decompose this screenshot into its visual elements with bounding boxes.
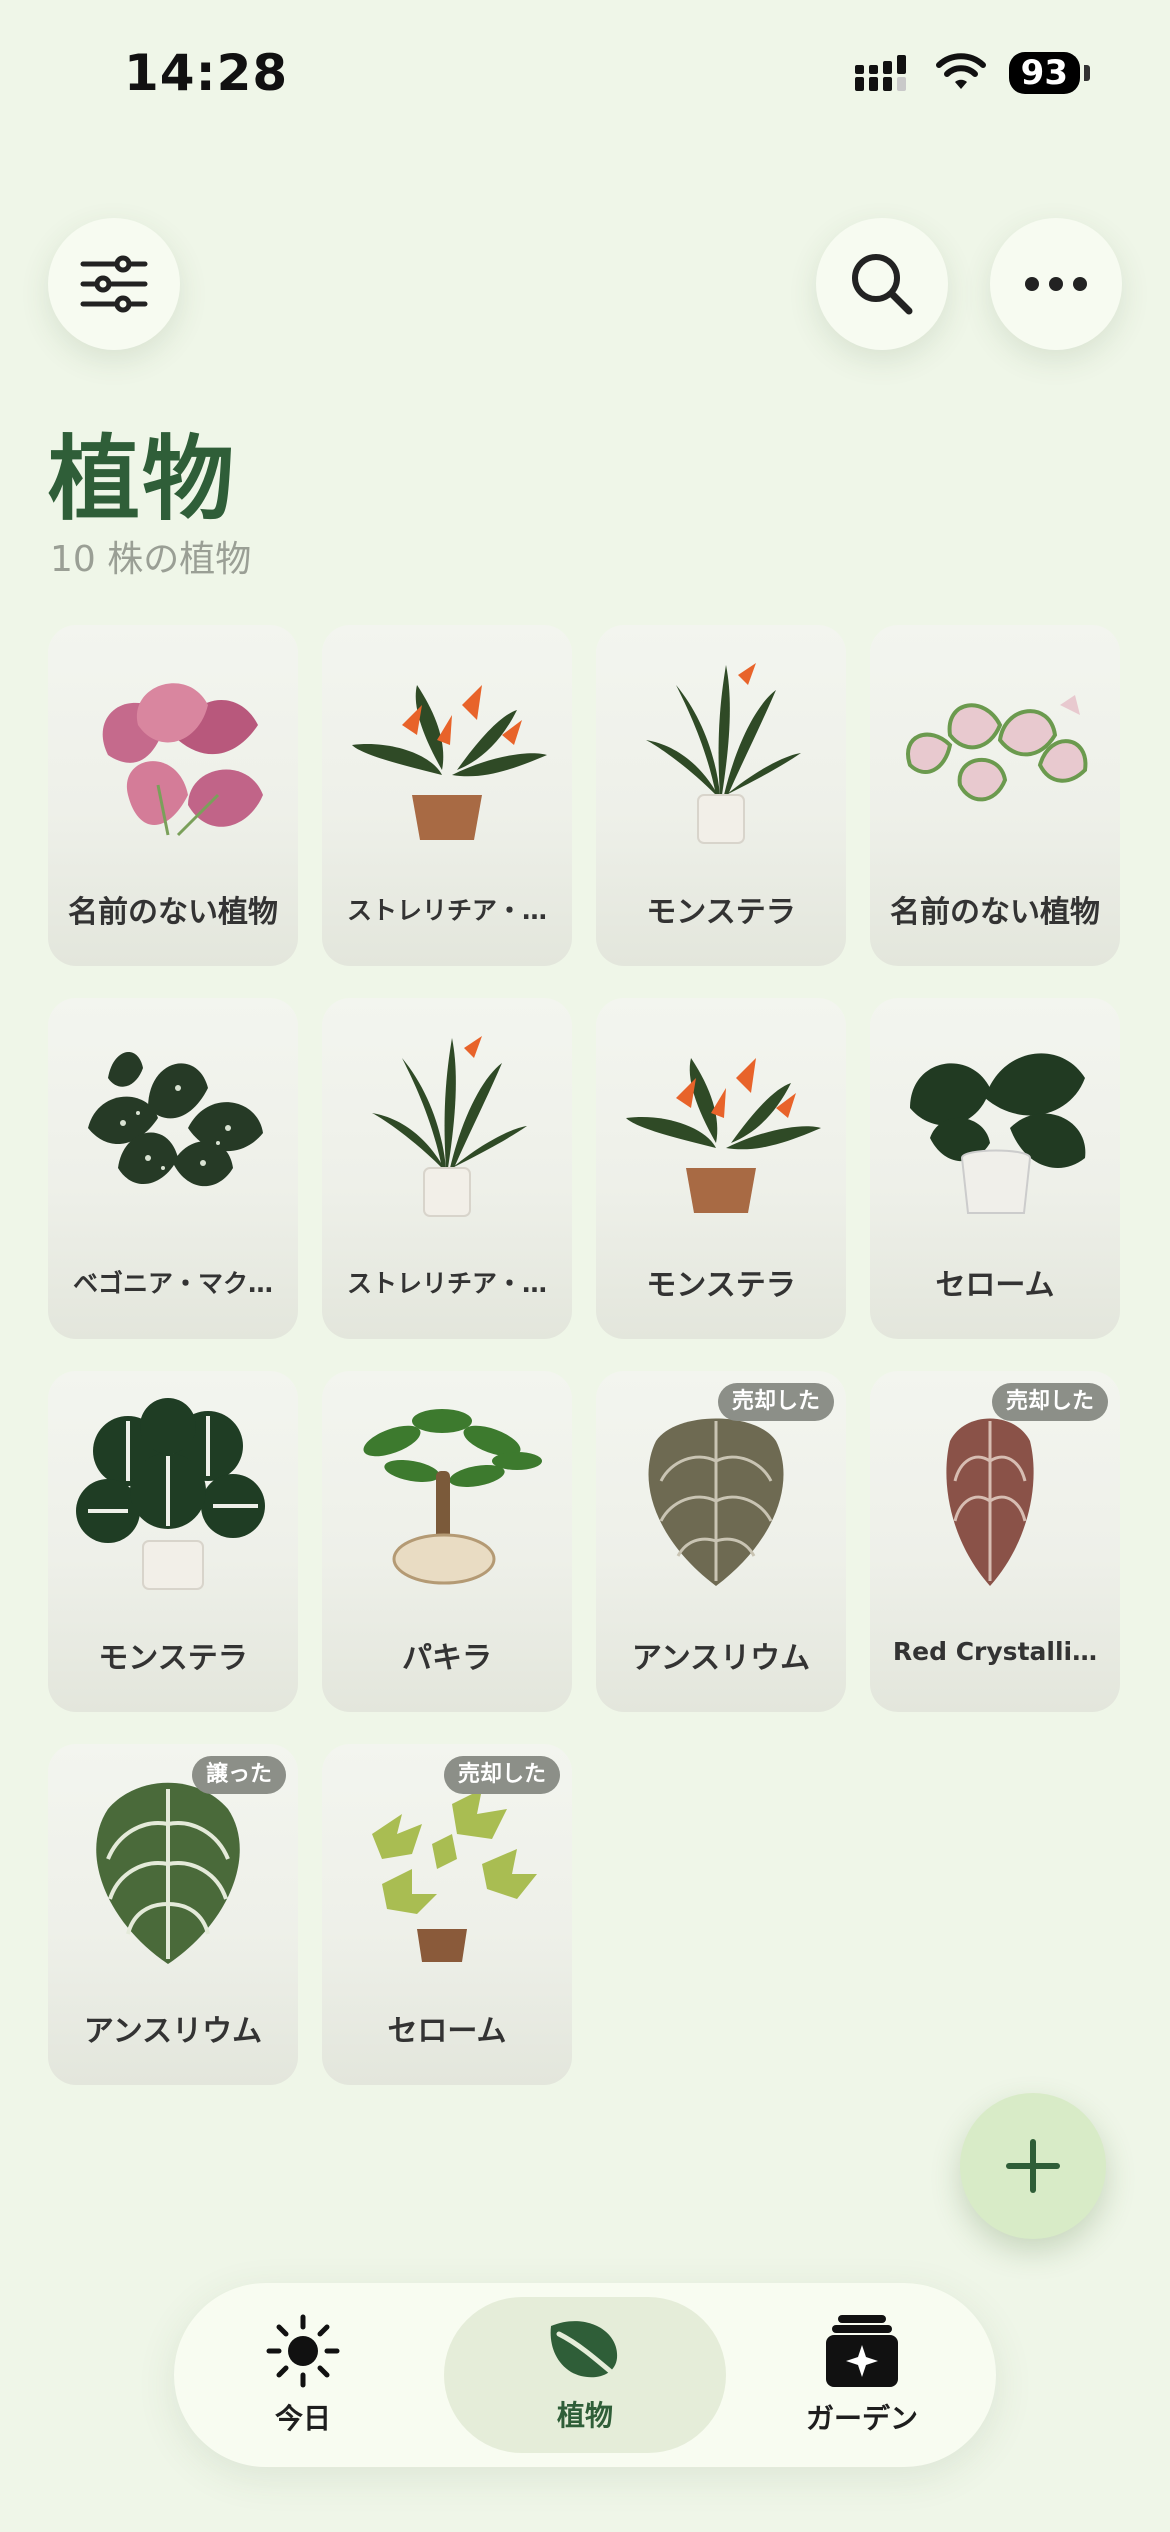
plant-card[interactable]: ストレリチア・… <box>322 998 572 1339</box>
plant-photo <box>646 663 801 844</box>
cellular-signal-icon <box>854 55 906 91</box>
plant-name: モンステラ <box>98 1641 248 1676</box>
plant-card[interactable]: モンステラ <box>596 625 846 966</box>
status-time: 14:28 <box>124 44 289 102</box>
status-icons: 93 <box>853 52 1090 94</box>
battery-cap <box>1084 65 1090 81</box>
ellipsis-icon <box>1025 277 1087 291</box>
plant-count: 10 株の植物 <box>50 539 252 580</box>
plant-name: セローム <box>935 1268 1055 1303</box>
plant-name: Red Crystalli… <box>892 1637 1098 1666</box>
plant-card[interactable]: セローム <box>870 998 1120 1339</box>
plant-photo <box>626 1058 821 1213</box>
plant-card[interactable]: アンスリウム 譲った <box>48 1744 298 2085</box>
garden-sparkle-icon <box>826 2315 898 2387</box>
plant-name: ストレリチア・… <box>346 1269 547 1298</box>
sun-icon <box>266 2314 340 2388</box>
plant-photo <box>76 1398 265 1590</box>
filter-button[interactable] <box>48 218 180 350</box>
plant-photo <box>946 1418 1034 1586</box>
page-title: 植物 <box>48 426 237 533</box>
plant-photo <box>372 1789 537 1962</box>
search-button[interactable] <box>816 218 948 350</box>
plant-name: モンステラ <box>646 895 796 930</box>
plant-photo <box>372 1036 527 1217</box>
plant-card[interactable]: モンステラ <box>48 1371 298 1712</box>
status-badge: 売却した <box>991 1383 1108 1421</box>
tab-plants[interactable]: 植物 <box>444 2297 726 2453</box>
status-badge: 売却した <box>717 1383 834 1421</box>
plant-name: アンスリウム <box>83 2014 263 2049</box>
tab-garden[interactable]: ガーデン <box>764 2297 960 2453</box>
add-plant-button[interactable] <box>960 2093 1106 2239</box>
status-badge: 売却した <box>443 1756 560 1794</box>
plants-screen: 14:28 93 植物 10 株の植物 名前のない植物 ストレリチア・… モンス… <box>0 0 1170 2532</box>
wifi-icon <box>935 53 986 89</box>
plant-photo <box>88 1051 263 1187</box>
plant-card[interactable]: セローム 売却した <box>322 1744 572 2085</box>
plant-card[interactable]: 名前のない植物 <box>870 625 1120 966</box>
tab-today[interactable]: 今日 <box>210 2297 396 2453</box>
plant-card[interactable]: 名前のない植物 <box>48 625 298 966</box>
plant-card[interactable]: パキラ <box>322 1371 572 1712</box>
battery-indicator: 93 <box>1008 52 1080 94</box>
plant-name: ストレリチア・… <box>346 896 547 925</box>
tab-garden-label: ガーデン <box>805 2402 918 2435</box>
plant-name: 名前のない植物 <box>890 895 1100 930</box>
tab-today-label: 今日 <box>274 2402 331 2435</box>
leaf-icon <box>550 2321 625 2385</box>
plant-grid: 名前のない植物 ストレリチア・… モンステラ 名前のない植物 ベゴニア・マク… <box>48 625 1122 2085</box>
plant-photo <box>910 1053 1086 1214</box>
sliders-icon <box>80 255 148 313</box>
plant-name: ベゴニア・マク… <box>72 1269 273 1298</box>
plant-photo <box>352 685 547 840</box>
plant-photo <box>648 1418 784 1586</box>
plant-name: セローム <box>387 2014 507 2049</box>
more-button[interactable] <box>990 218 1122 350</box>
plant-photo <box>363 1409 542 1585</box>
tab-plants-label: 植物 <box>556 2399 613 2432</box>
plant-card[interactable]: Red Crystalli… 売却した <box>870 1371 1120 1712</box>
plant-photo <box>906 695 1088 802</box>
plant-photo <box>102 683 263 837</box>
plant-name: 名前のない植物 <box>68 895 278 930</box>
plant-card[interactable]: モンステラ <box>596 998 846 1339</box>
status-badge: 譲った <box>191 1756 286 1794</box>
plant-name: パキラ <box>402 1641 492 1676</box>
plant-name: モンステラ <box>646 1268 796 1303</box>
search-icon <box>852 254 913 315</box>
plant-photo <box>96 1782 240 1964</box>
plant-card[interactable]: ストレリチア・… <box>322 625 572 966</box>
tab-bar: 今日 植物 ガーデン <box>174 2283 996 2467</box>
plant-card[interactable]: ベゴニア・マク… <box>48 998 298 1339</box>
plant-card[interactable]: アンスリウム 売却した <box>596 1371 846 1712</box>
plant-name: アンスリウム <box>631 1641 811 1676</box>
plus-icon <box>1006 2139 1060 2193</box>
